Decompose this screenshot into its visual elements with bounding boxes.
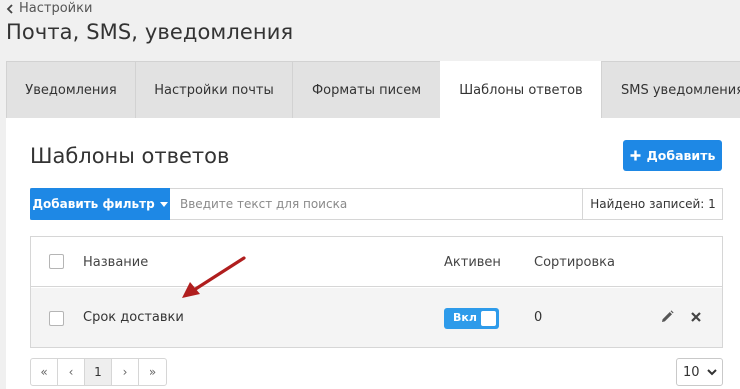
tab-label: SMS уведомления — [621, 82, 740, 98]
caret-down-icon — [159, 201, 168, 207]
pencil-icon[interactable] — [660, 310, 674, 324]
tab-mail-formats[interactable]: Форматы писем — [292, 61, 441, 118]
search-input[interactable] — [170, 189, 582, 219]
tab-label: Шаблоны ответов — [459, 82, 583, 98]
page-title: Почта, SMS, уведомления — [6, 20, 294, 44]
toggle-knob — [481, 311, 496, 326]
templates-table: Название Активен Сортировка Срок доставк… — [30, 236, 723, 348]
first-page-label: « — [40, 365, 48, 379]
tab-label: Настройки почты — [154, 82, 274, 98]
table-header: Название Активен Сортировка — [31, 237, 722, 287]
plus-icon — [630, 150, 641, 161]
breadcrumb-label: Настройки — [19, 1, 93, 16]
tab-sms-notifications[interactable]: SMS уведомления — [601, 61, 740, 118]
red-arrow-icon — [182, 256, 246, 298]
tab-label: Форматы писем — [311, 82, 422, 98]
add-filter-label: Добавить фильтр — [32, 197, 155, 211]
current-page-button[interactable]: 1 — [85, 359, 112, 385]
prev-page-label: ‹ — [68, 365, 74, 379]
sort-value: 0 — [534, 310, 543, 325]
active-toggle[interactable]: Вкл — [444, 308, 499, 329]
template-name[interactable]: Срок доставки — [83, 310, 184, 325]
per-page-select[interactable]: 10 — [676, 358, 723, 386]
section-title: Шаблоны ответов — [30, 144, 230, 168]
per-page-value: 10 — [683, 364, 700, 380]
toggle-label: Вкл — [453, 311, 477, 324]
select-all-checkbox[interactable] — [49, 254, 64, 269]
chevron-down-icon — [707, 369, 717, 376]
close-icon[interactable] — [691, 312, 701, 322]
last-page-label: » — [148, 365, 157, 379]
header-name: Название — [83, 255, 149, 270]
next-page-label: › — [122, 365, 128, 379]
tab-mail-settings[interactable]: Настройки почты — [135, 61, 293, 118]
tab-bar: Уведомления Настройки почты Форматы писе… — [6, 61, 740, 118]
chevron-left-icon — [6, 3, 13, 14]
add-button[interactable]: Добавить — [623, 140, 722, 171]
prev-page-button[interactable]: ‹ — [58, 359, 85, 385]
header-sort: Сортировка — [534, 255, 615, 270]
last-page-button[interactable]: » — [139, 359, 166, 385]
tab-notifications[interactable]: Уведомления — [6, 61, 136, 118]
add-button-label: Добавить — [646, 148, 716, 163]
breadcrumb[interactable]: Настройки — [6, 1, 92, 16]
tab-label: Уведомления — [25, 82, 117, 98]
pagination: « ‹ 1 › » — [30, 358, 167, 386]
records-found-label: Найдено записей: 1 — [590, 197, 716, 211]
table-row: Срок доставки Вкл 0 — [31, 288, 722, 347]
current-page-label: 1 — [94, 365, 102, 379]
next-page-button[interactable]: › — [112, 359, 139, 385]
row-checkbox[interactable] — [49, 311, 64, 326]
first-page-button[interactable]: « — [31, 359, 58, 385]
filter-bar: Добавить фильтр Найдено записей: 1 — [30, 188, 723, 220]
records-found: Найдено записей: 1 — [582, 189, 723, 219]
header-active: Активен — [444, 255, 501, 270]
tab-reply-templates[interactable]: Шаблоны ответов — [440, 61, 602, 118]
add-filter-button[interactable]: Добавить фильтр — [30, 188, 170, 220]
